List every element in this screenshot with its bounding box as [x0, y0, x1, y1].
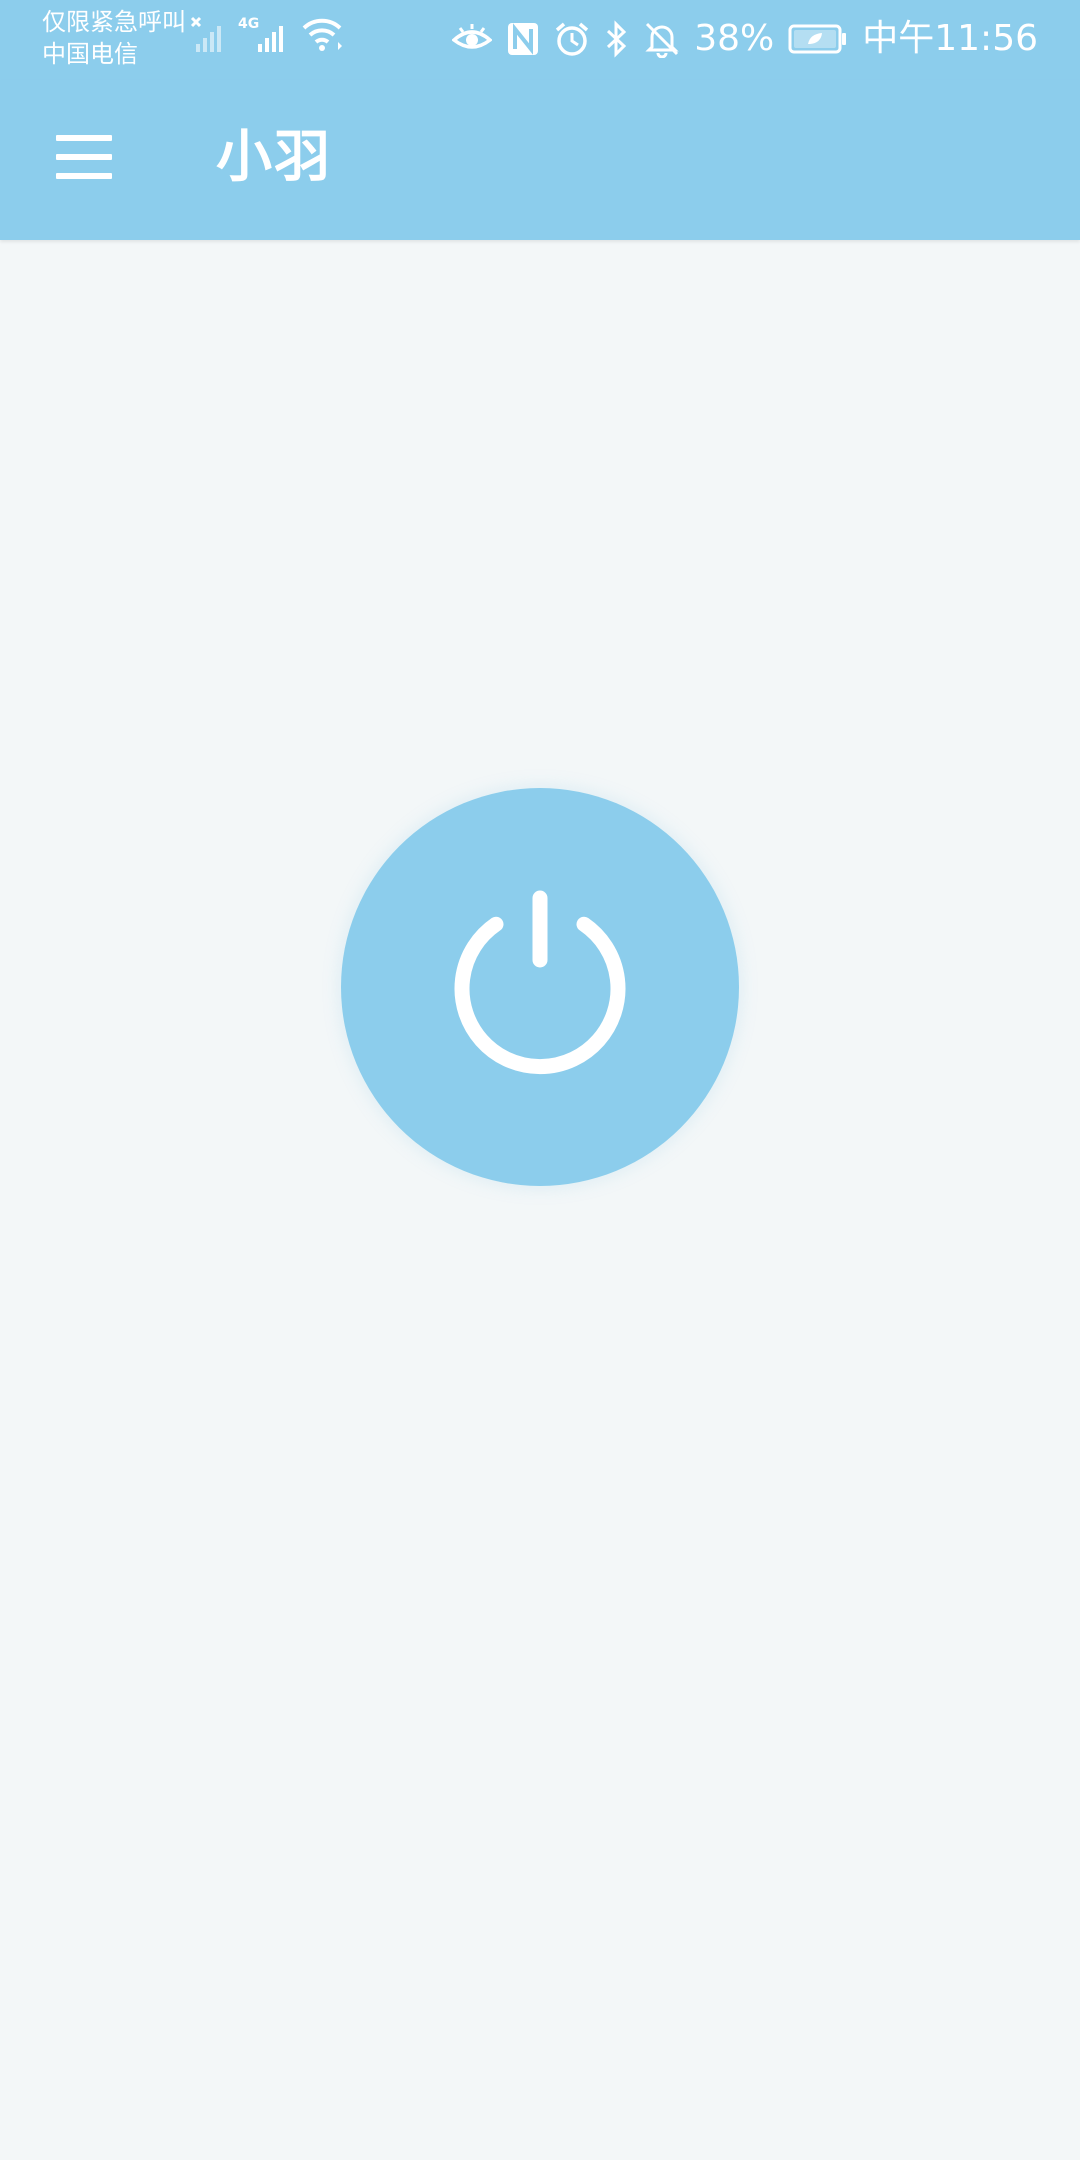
- carrier-line-2: 中国电信: [42, 40, 138, 68]
- page-title: 小羽: [216, 125, 332, 190]
- signal-4g-icon: 4G: [238, 16, 283, 52]
- status-icons-right: 38% 中午11:56: [452, 14, 1038, 64]
- network-type-label: 4G: [238, 16, 259, 32]
- battery-percent: 38%: [694, 18, 775, 59]
- clock: 中午11:56: [862, 18, 1038, 59]
- bluetooth-icon: [607, 20, 627, 58]
- power-icon: [454, 890, 626, 1075]
- mute-icon: [645, 22, 679, 58]
- eye-icon: [452, 24, 493, 49]
- status-bar: 仅限紧急呼叫 中国电信 4G 38% 中午11:56: [0, 0, 1080, 80]
- nfc-icon: [508, 23, 539, 55]
- hamburger-menu-icon[interactable]: [56, 135, 112, 179]
- battery-icon: [788, 24, 847, 54]
- alarm-icon: [556, 22, 589, 56]
- app-bar: 小羽: [0, 80, 1080, 240]
- carrier-info: 仅限紧急呼叫 中国电信: [42, 6, 186, 70]
- power-button[interactable]: [341, 788, 739, 1186]
- signal-x-icon: [190, 16, 221, 52]
- carrier-line-1: 仅限紧急呼叫: [42, 8, 186, 36]
- wifi-icon: [302, 18, 342, 51]
